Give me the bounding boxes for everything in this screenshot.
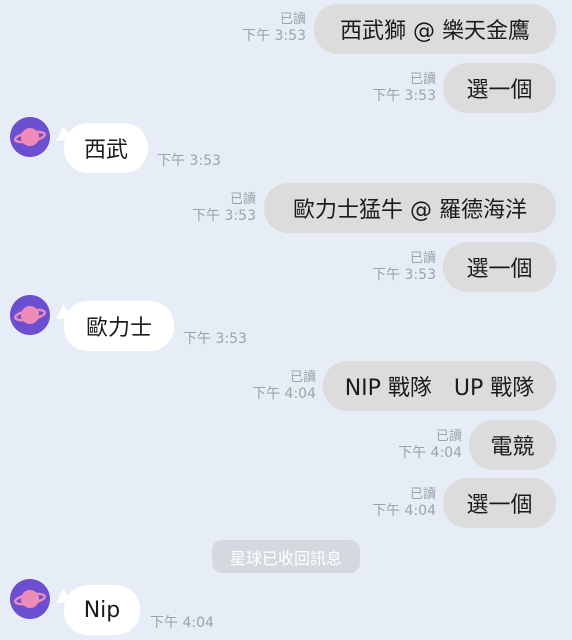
message-text: 西武獅 @ 樂天金鷹 bbox=[340, 19, 530, 44]
message-time: 下午 3:53 bbox=[372, 267, 436, 283]
message-time: 下午 4:04 bbox=[150, 615, 214, 631]
message-bubble[interactable]: 歐力士 bbox=[64, 301, 174, 351]
message-text: 西武 bbox=[83, 138, 128, 163]
message-text: 歐力士猛牛 @ 羅德海洋 bbox=[293, 198, 527, 223]
message-bubble[interactable]: Nip bbox=[64, 585, 140, 635]
message-bubble[interactable]: 選一個 bbox=[443, 63, 556, 113]
message-bubble[interactable]: 選一個 bbox=[443, 478, 556, 528]
message-meta: 已讀 下午 3:53 bbox=[192, 192, 256, 224]
message-meta: 已讀 下午 3:53 bbox=[372, 72, 436, 104]
message-bubble[interactable]: 電競 bbox=[469, 420, 556, 470]
message-text: Nip bbox=[83, 597, 121, 623]
read-receipt: 已讀 bbox=[279, 12, 306, 27]
message-time: 下午 3:53 bbox=[157, 153, 221, 169]
message-text: 選一個 bbox=[466, 493, 533, 518]
read-receipt: 已讀 bbox=[289, 370, 316, 385]
message-time: 下午 3:53 bbox=[372, 88, 436, 104]
read-receipt: 已讀 bbox=[435, 429, 462, 444]
system-notice: 星球已收回訊息 bbox=[212, 540, 360, 573]
system-notice-text: 星球已收回訊息 bbox=[229, 548, 342, 568]
message-time: 下午 3:53 bbox=[192, 208, 256, 224]
message-time: 下午 4:04 bbox=[372, 503, 436, 519]
message-text: 歐力士 bbox=[85, 316, 152, 341]
message-bubble[interactable]: NIP 戰隊 UP 戰隊 bbox=[323, 361, 556, 411]
message-meta: 已讀 下午 4:04 bbox=[252, 370, 316, 402]
message-text: 電競 bbox=[490, 435, 535, 460]
planet-avatar-icon[interactable] bbox=[10, 117, 50, 157]
read-receipt: 已讀 bbox=[229, 192, 256, 207]
planet-avatar-icon[interactable] bbox=[10, 579, 50, 619]
message-text: NIP 戰隊 UP 戰隊 bbox=[344, 376, 535, 401]
message-meta: 已讀 下午 4:04 bbox=[372, 487, 436, 519]
message-meta: 已讀 下午 3:53 bbox=[242, 12, 306, 44]
message-text: 選一個 bbox=[466, 78, 533, 103]
planet-avatar-icon[interactable] bbox=[10, 295, 50, 335]
message-meta: 已讀 下午 4:04 bbox=[398, 429, 462, 461]
message-time: 下午 4:04 bbox=[252, 386, 316, 402]
read-receipt: 已讀 bbox=[409, 72, 436, 87]
read-receipt: 已讀 bbox=[409, 487, 436, 502]
message-time: 下午 3:53 bbox=[183, 331, 247, 347]
message-meta: 已讀 下午 3:53 bbox=[372, 251, 436, 283]
message-bubble[interactable]: 歐力士猛牛 @ 羅德海洋 bbox=[264, 183, 556, 233]
message-bubble[interactable]: 選一個 bbox=[443, 242, 556, 292]
message-bubble[interactable]: 西武 bbox=[64, 123, 148, 173]
message-time: 下午 4:04 bbox=[398, 445, 462, 461]
read-receipt: 已讀 bbox=[409, 251, 436, 266]
message-text: 選一個 bbox=[466, 257, 533, 282]
message-bubble[interactable]: 西武獅 @ 樂天金鷹 bbox=[314, 4, 556, 54]
message-time: 下午 3:53 bbox=[242, 28, 306, 44]
